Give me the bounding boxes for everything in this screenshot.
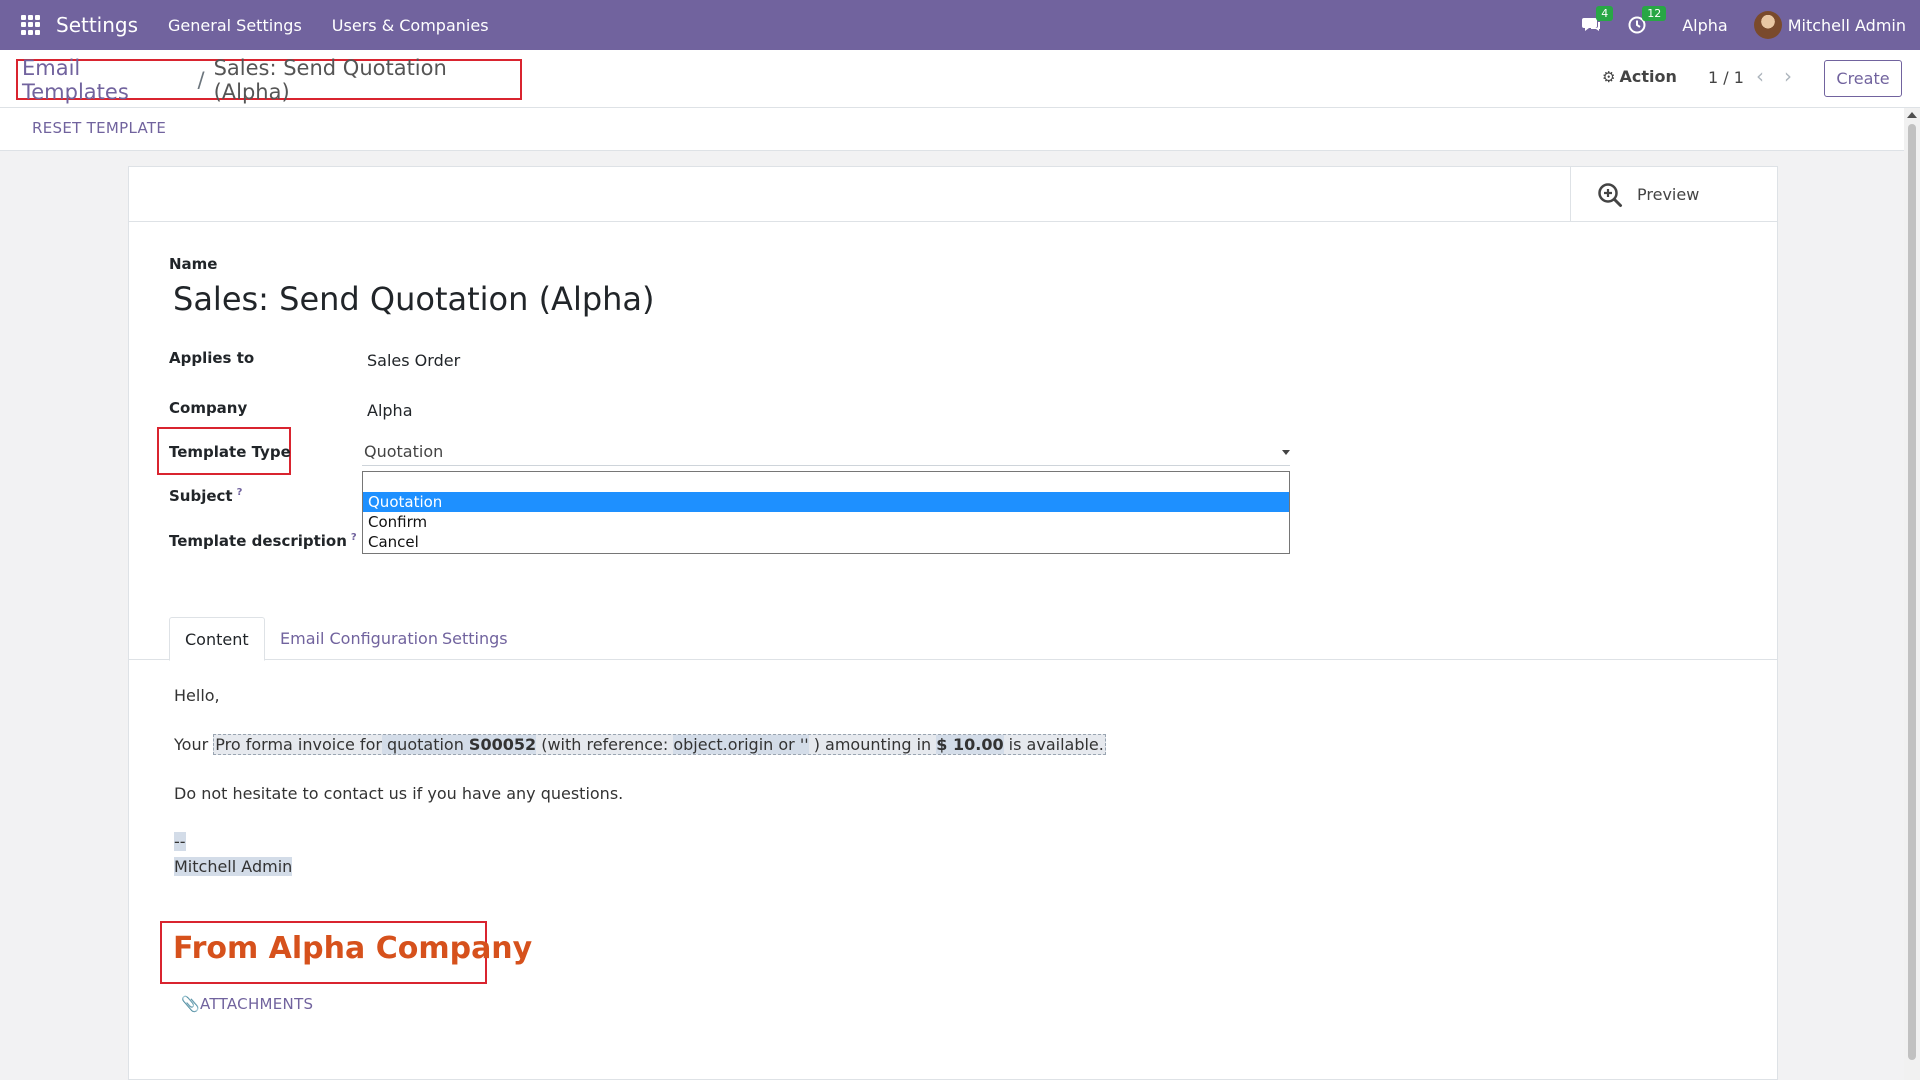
chevron-right-icon[interactable]: › (1784, 64, 1792, 88)
user-name: Mitchell Admin (1787, 15, 1906, 35)
breadcrumb: Email Templates / Sales: Send Quotation … (16, 56, 522, 104)
signature-dash: -- (174, 832, 186, 851)
greeting-text: Hello, (174, 686, 220, 705)
notebook-tabs: Content Email Configuration Settings (129, 617, 1777, 661)
top-navbar: Settings General Settings Users & Compan… (0, 0, 1920, 50)
breadcrumb-email-templates[interactable]: Email Templates (22, 56, 189, 104)
template-type-value: Quotation (364, 442, 444, 461)
body-doc-name: Pro forma invoice for (215, 735, 382, 754)
company-value: Alpha (367, 401, 413, 420)
option-cancel[interactable]: Cancel (363, 532, 1289, 552)
reference-expression: object.origin or '' (673, 735, 809, 754)
app-grid-icon[interactable] (21, 15, 41, 35)
action-button[interactable]: ⚙ Action (1602, 67, 1677, 86)
company-label: Company (169, 399, 248, 417)
tab-settings[interactable]: Settings (427, 617, 523, 660)
preview-button[interactable]: Preview (1570, 167, 1777, 222)
breadcrumb-separator: / (197, 67, 205, 92)
preview-label: Preview (1637, 185, 1700, 204)
button-box: Preview (129, 167, 1777, 222)
attachments-label: ATTACHMENTS (199, 995, 314, 1013)
reset-template-button[interactable]: RESET TEMPLATE (32, 119, 166, 137)
tab-email-configuration[interactable]: Email Configuration (265, 617, 453, 660)
subject-label-text: Subject (169, 487, 233, 505)
zoom-in-icon (1598, 182, 1622, 207)
messages-badge: 4 (1596, 6, 1614, 21)
subject-help-icon[interactable]: ? (237, 487, 243, 498)
option-quotation[interactable]: Quotation (363, 492, 1289, 512)
activities-badge: 12 (1642, 6, 1667, 21)
body-quotation-word: quotation (381, 735, 469, 754)
dynamic-placeholder[interactable]: Pro forma invoice for quotation S00052 (… (213, 734, 1106, 755)
statusbar: RESET TEMPLATE (0, 108, 1920, 151)
template-type-select[interactable]: Quotation (362, 440, 1290, 466)
tab-content[interactable]: Content (169, 617, 265, 661)
action-label: Action (1619, 67, 1677, 86)
attachments-button[interactable]: 📎ATTACHMENTS (181, 995, 313, 1013)
control-panel: Email Templates / Sales: Send Quotation … (0, 50, 1920, 108)
body-amount-prefix: ) amounting in (808, 735, 937, 754)
company-switcher[interactable]: Alpha (1682, 16, 1728, 35)
from-company-text: From Alpha Company (173, 931, 533, 966)
template-type-dropdown: Quotation Confirm Cancel (362, 471, 1290, 554)
body-suffix: is available. (1003, 735, 1104, 754)
body-line[interactable]: Your Pro forma invoice for quotation S00… (174, 734, 1106, 755)
systray: 4 12 Alpha Mitchell Admin (1582, 0, 1920, 50)
scrollbar-thumb[interactable] (1908, 124, 1916, 1060)
form-sheet: Preview Name Sales: Send Quotation (Alph… (128, 166, 1778, 1080)
description-help-icon[interactable]: ? (351, 532, 357, 543)
pager-value[interactable]: 1 / 1 (1708, 68, 1744, 87)
applies-to-label: Applies to (169, 349, 255, 367)
user-menu[interactable]: Mitchell Admin (1753, 11, 1906, 39)
dropdown-blank-option[interactable] (363, 472, 1289, 492)
signature-name: Mitchell Admin (174, 857, 293, 876)
name-label: Name (169, 255, 218, 273)
avatar (1753, 11, 1782, 39)
paperclip-icon: 📎 (181, 995, 200, 1013)
create-button[interactable]: Create (1824, 60, 1902, 97)
name-field[interactable]: Sales: Send Quotation (Alpha) (173, 280, 655, 318)
activities-menu[interactable]: 12 (1628, 6, 1667, 34)
description-label: Template description? (169, 532, 357, 550)
applies-to-value: Sales Order (367, 351, 461, 370)
messages-menu[interactable]: 4 (1582, 6, 1614, 34)
chevron-left-icon[interactable]: ‹ (1756, 64, 1764, 88)
caret-down-icon (1282, 450, 1290, 455)
app-brand[interactable]: Settings (56, 13, 138, 37)
quotation-number: S00052 (468, 735, 537, 754)
menu-users-companies[interactable]: Users & Companies (332, 16, 489, 35)
scroll-up-arrow-icon[interactable] (1907, 112, 1917, 118)
option-confirm[interactable]: Confirm (363, 512, 1289, 532)
template-type-label: Template Type (169, 443, 291, 461)
subject-label: Subject? (169, 487, 242, 505)
body-prefix: Your (174, 735, 214, 754)
menu-general-settings[interactable]: General Settings (168, 16, 302, 35)
amount-value: $ 10.00 (936, 735, 1004, 754)
contact-text: Do not hesitate to contact us if you hav… (174, 784, 624, 803)
gear-icon: ⚙ (1602, 67, 1616, 86)
description-label-text: Template description (169, 532, 347, 550)
body-reference-prefix: (with reference: (536, 735, 674, 754)
breadcrumb-current: Sales: Send Quotation (Alpha) (213, 55, 447, 104)
